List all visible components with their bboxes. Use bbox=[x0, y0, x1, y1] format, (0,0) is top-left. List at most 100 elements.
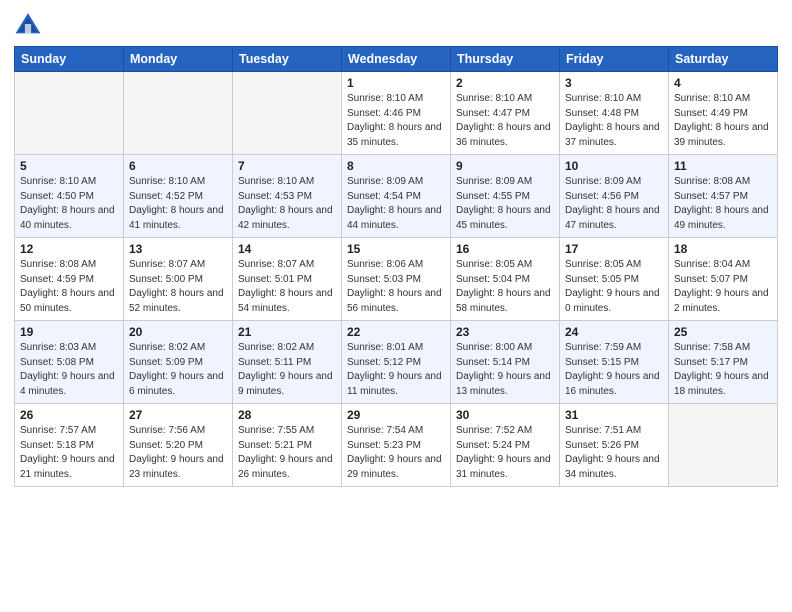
logo-icon bbox=[14, 10, 42, 38]
calendar-cell bbox=[124, 72, 233, 155]
calendar-cell: 18Sunrise: 8:04 AMSunset: 5:07 PMDayligh… bbox=[669, 238, 778, 321]
day-info: Sunrise: 7:58 AMSunset: 5:17 PMDaylight:… bbox=[674, 341, 772, 399]
calendar-cell: 10Sunrise: 8:09 AMSunset: 4:56 PMDayligh… bbox=[560, 155, 669, 238]
day-info: Sunrise: 8:10 AMSunset: 4:50 PMDaylight:… bbox=[20, 175, 118, 233]
day-info: Sunrise: 7:56 AMSunset: 5:20 PMDaylight:… bbox=[129, 424, 227, 482]
col-header-tuesday: Tuesday bbox=[233, 47, 342, 72]
calendar-cell: 7Sunrise: 8:10 AMSunset: 4:53 PMDaylight… bbox=[233, 155, 342, 238]
week-row-1: 1 Sunrise: 8:10 AMSunset: 4:46 PMDaylight… bbox=[15, 72, 778, 155]
calendar-cell bbox=[15, 72, 124, 155]
day-info: Sunrise: 8:10 AMSunset: 4:46 PMDaylight:… bbox=[347, 92, 445, 150]
col-header-friday: Friday bbox=[560, 47, 669, 72]
day-number: 14 bbox=[238, 242, 336, 256]
calendar-cell: 27 Sunrise: 7:56 AMSunset: 5:20 PMDayligh… bbox=[124, 404, 233, 487]
day-number: 21 bbox=[238, 325, 336, 339]
col-header-wednesday: Wednesday bbox=[342, 47, 451, 72]
calendar-cell: 11 Sunrise: 8:08 AMSunset: 4:57 PMDayligh… bbox=[669, 155, 778, 238]
calendar-cell: 23 Sunrise: 8:00 AMSunset: 5:14 PMDayligh… bbox=[451, 321, 560, 404]
day-number: 1 bbox=[347, 76, 445, 90]
day-info: Sunrise: 8:05 AMSunset: 5:05 PMDaylight:… bbox=[565, 258, 663, 316]
week-row-5: 26 Sunrise: 7:57 AMSunset: 5:18 PMDayligh… bbox=[15, 404, 778, 487]
day-info: Sunrise: 8:09 AMSunset: 4:55 PMDaylight:… bbox=[456, 175, 554, 233]
day-number: 16 bbox=[456, 242, 554, 256]
calendar-cell: 4Sunrise: 8:10 AMSunset: 4:49 PMDaylight… bbox=[669, 72, 778, 155]
day-number: 3 bbox=[565, 76, 663, 90]
day-info: Sunrise: 7:59 AMSunset: 5:15 PMDaylight:… bbox=[565, 341, 663, 399]
day-info: Sunrise: 7:57 AMSunset: 5:18 PMDaylight:… bbox=[20, 424, 118, 482]
day-number: 31 bbox=[565, 408, 663, 422]
day-number: 12 bbox=[20, 242, 118, 256]
calendar-cell: 8Sunrise: 8:09 AMSunset: 4:54 PMDaylight… bbox=[342, 155, 451, 238]
day-info: Sunrise: 8:07 AMSunset: 5:00 PMDaylight:… bbox=[129, 258, 227, 316]
calendar-cell bbox=[669, 404, 778, 487]
day-info: Sunrise: 8:07 AMSunset: 5:01 PMDaylight:… bbox=[238, 258, 336, 316]
calendar-cell: 29 Sunrise: 7:54 AMSunset: 5:23 PMDayligh… bbox=[342, 404, 451, 487]
day-number: 24 bbox=[565, 325, 663, 339]
day-number: 6 bbox=[129, 159, 227, 173]
calendar-cell: 21 Sunrise: 8:02 AMSunset: 5:11 PMDayligh… bbox=[233, 321, 342, 404]
calendar-cell: 6 Sunrise: 8:10 AMSunset: 4:52 PMDaylight… bbox=[124, 155, 233, 238]
calendar-cell: 28 Sunrise: 7:55 AMSunset: 5:21 PMDayligh… bbox=[233, 404, 342, 487]
col-header-sunday: Sunday bbox=[15, 47, 124, 72]
day-number: 4 bbox=[674, 76, 772, 90]
day-info: Sunrise: 8:10 AMSunset: 4:53 PMDaylight:… bbox=[238, 175, 336, 233]
calendar-cell: 13 Sunrise: 8:07 AMSunset: 5:00 PMDayligh… bbox=[124, 238, 233, 321]
calendar-cell: 26 Sunrise: 7:57 AMSunset: 5:18 PMDayligh… bbox=[15, 404, 124, 487]
col-header-monday: Monday bbox=[124, 47, 233, 72]
day-info: Sunrise: 8:08 AMSunset: 4:59 PMDaylight:… bbox=[20, 258, 118, 316]
day-info: Sunrise: 8:02 AMSunset: 5:11 PMDaylight:… bbox=[238, 341, 336, 399]
day-info: Sunrise: 8:00 AMSunset: 5:14 PMDaylight:… bbox=[456, 341, 554, 399]
day-number: 17 bbox=[565, 242, 663, 256]
day-info: Sunrise: 8:01 AMSunset: 5:12 PMDaylight:… bbox=[347, 341, 445, 399]
calendar-cell: 15 Sunrise: 8:06 AMSunset: 5:03 PMDayligh… bbox=[342, 238, 451, 321]
calendar-cell: 22 Sunrise: 8:01 AMSunset: 5:12 PMDayligh… bbox=[342, 321, 451, 404]
day-info: Sunrise: 8:02 AMSunset: 5:09 PMDaylight:… bbox=[129, 341, 227, 399]
day-number: 13 bbox=[129, 242, 227, 256]
day-number: 22 bbox=[347, 325, 445, 339]
week-row-2: 5Sunrise: 8:10 AMSunset: 4:50 PMDaylight… bbox=[15, 155, 778, 238]
calendar-cell: 30 Sunrise: 7:52 AMSunset: 5:24 PMDayligh… bbox=[451, 404, 560, 487]
day-info: Sunrise: 8:06 AMSunset: 5:03 PMDaylight:… bbox=[347, 258, 445, 316]
col-header-thursday: Thursday bbox=[451, 47, 560, 72]
day-number: 30 bbox=[456, 408, 554, 422]
day-number: 27 bbox=[129, 408, 227, 422]
day-number: 11 bbox=[674, 159, 772, 173]
day-info: Sunrise: 8:08 AMSunset: 4:57 PMDaylight:… bbox=[674, 175, 772, 233]
day-number: 20 bbox=[129, 325, 227, 339]
day-info: Sunrise: 8:10 AMSunset: 4:52 PMDaylight:… bbox=[129, 175, 227, 233]
day-number: 25 bbox=[674, 325, 772, 339]
calendar-cell: 19Sunrise: 8:03 AMSunset: 5:08 PMDayligh… bbox=[15, 321, 124, 404]
day-number: 19 bbox=[20, 325, 118, 339]
day-number: 29 bbox=[347, 408, 445, 422]
day-info: Sunrise: 7:54 AMSunset: 5:23 PMDaylight:… bbox=[347, 424, 445, 482]
day-number: 28 bbox=[238, 408, 336, 422]
calendar-cell: 17 Sunrise: 8:05 AMSunset: 5:05 PMDayligh… bbox=[560, 238, 669, 321]
calendar-cell: 25 Sunrise: 7:58 AMSunset: 5:17 PMDayligh… bbox=[669, 321, 778, 404]
day-info: Sunrise: 8:09 AMSunset: 4:54 PMDaylight:… bbox=[347, 175, 445, 233]
day-info: Sunrise: 8:05 AMSunset: 5:04 PMDaylight:… bbox=[456, 258, 554, 316]
day-number: 26 bbox=[20, 408, 118, 422]
day-info: Sunrise: 8:10 AMSunset: 4:48 PMDaylight:… bbox=[565, 92, 663, 150]
col-header-saturday: Saturday bbox=[669, 47, 778, 72]
week-row-3: 12 Sunrise: 8:08 AMSunset: 4:59 PMDayligh… bbox=[15, 238, 778, 321]
day-info: Sunrise: 8:09 AMSunset: 4:56 PMDaylight:… bbox=[565, 175, 663, 233]
logo bbox=[14, 10, 48, 38]
day-info: Sunrise: 8:10 AMSunset: 4:47 PMDaylight:… bbox=[456, 92, 554, 150]
week-row-4: 19Sunrise: 8:03 AMSunset: 5:08 PMDayligh… bbox=[15, 321, 778, 404]
day-info: Sunrise: 7:51 AMSunset: 5:26 PMDaylight:… bbox=[565, 424, 663, 482]
day-number: 18 bbox=[674, 242, 772, 256]
calendar-cell: 9 Sunrise: 8:09 AMSunset: 4:55 PMDaylight… bbox=[451, 155, 560, 238]
calendar-table: SundayMondayTuesdayWednesdayThursdayFrid… bbox=[14, 46, 778, 487]
page: SundayMondayTuesdayWednesdayThursdayFrid… bbox=[0, 0, 792, 612]
header-row: SundayMondayTuesdayWednesdayThursdayFrid… bbox=[15, 47, 778, 72]
calendar-cell: 20 Sunrise: 8:02 AMSunset: 5:09 PMDayligh… bbox=[124, 321, 233, 404]
day-number: 9 bbox=[456, 159, 554, 173]
day-number: 23 bbox=[456, 325, 554, 339]
day-info: Sunrise: 7:55 AMSunset: 5:21 PMDaylight:… bbox=[238, 424, 336, 482]
day-info: Sunrise: 7:52 AMSunset: 5:24 PMDaylight:… bbox=[456, 424, 554, 482]
day-number: 15 bbox=[347, 242, 445, 256]
calendar-cell: 3 Sunrise: 8:10 AMSunset: 4:48 PMDaylight… bbox=[560, 72, 669, 155]
calendar-cell: 12 Sunrise: 8:08 AMSunset: 4:59 PMDayligh… bbox=[15, 238, 124, 321]
calendar-cell: 16 Sunrise: 8:05 AMSunset: 5:04 PMDayligh… bbox=[451, 238, 560, 321]
day-number: 2 bbox=[456, 76, 554, 90]
